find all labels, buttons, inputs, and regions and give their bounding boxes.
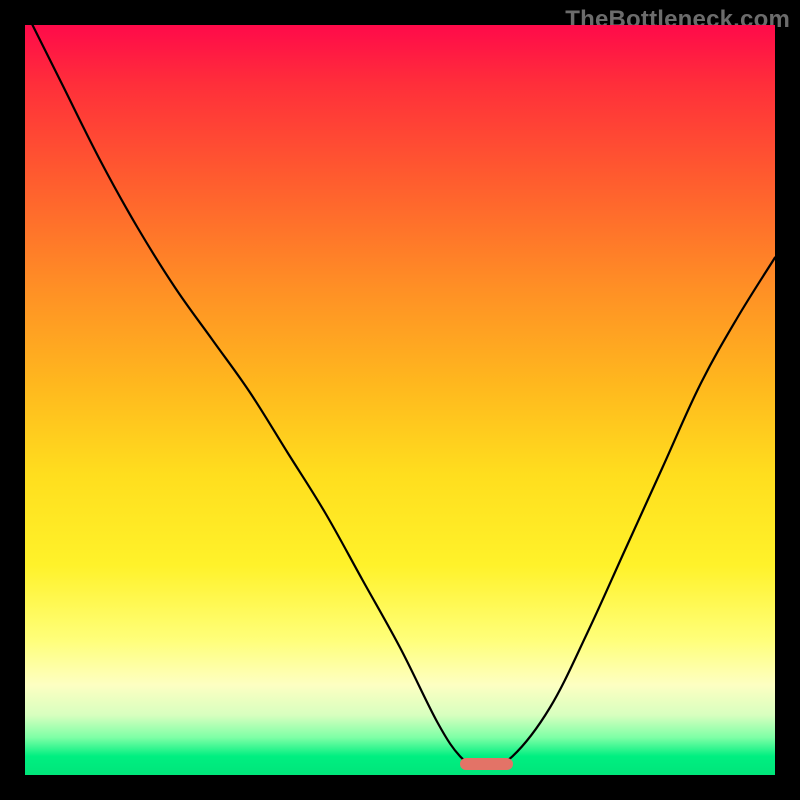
curve-layer [25,25,775,775]
plot-area [25,25,775,775]
optimum-marker [460,758,513,770]
bottleneck-curve-path [33,25,776,765]
chart-frame: TheBottleneck.com [0,0,800,800]
